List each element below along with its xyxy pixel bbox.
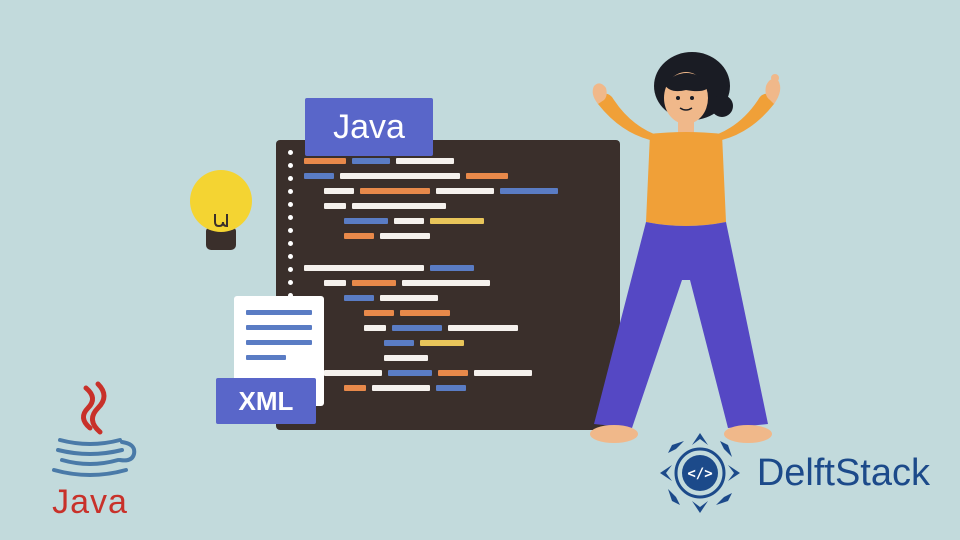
xml-badge: XML [216, 378, 316, 424]
java-cup-icon [30, 380, 150, 480]
java-logo: Java [30, 380, 150, 520]
delftstack-logo: </> DelftStack [657, 430, 930, 516]
lightbulb-icon [190, 170, 252, 258]
java-badge: Java [305, 98, 433, 156]
code-editor-window [276, 140, 620, 430]
java-logo-text: Java [30, 483, 150, 522]
xml-badge-label: XML [239, 386, 294, 417]
code-content [304, 158, 606, 416]
person-illustration [580, 50, 800, 445]
delftstack-mark-icon: </> [657, 430, 743, 516]
delftstack-logo-text: DelftStack [757, 452, 930, 495]
java-badge-label: Java [333, 108, 405, 147]
svg-text:</>: </> [687, 466, 712, 482]
